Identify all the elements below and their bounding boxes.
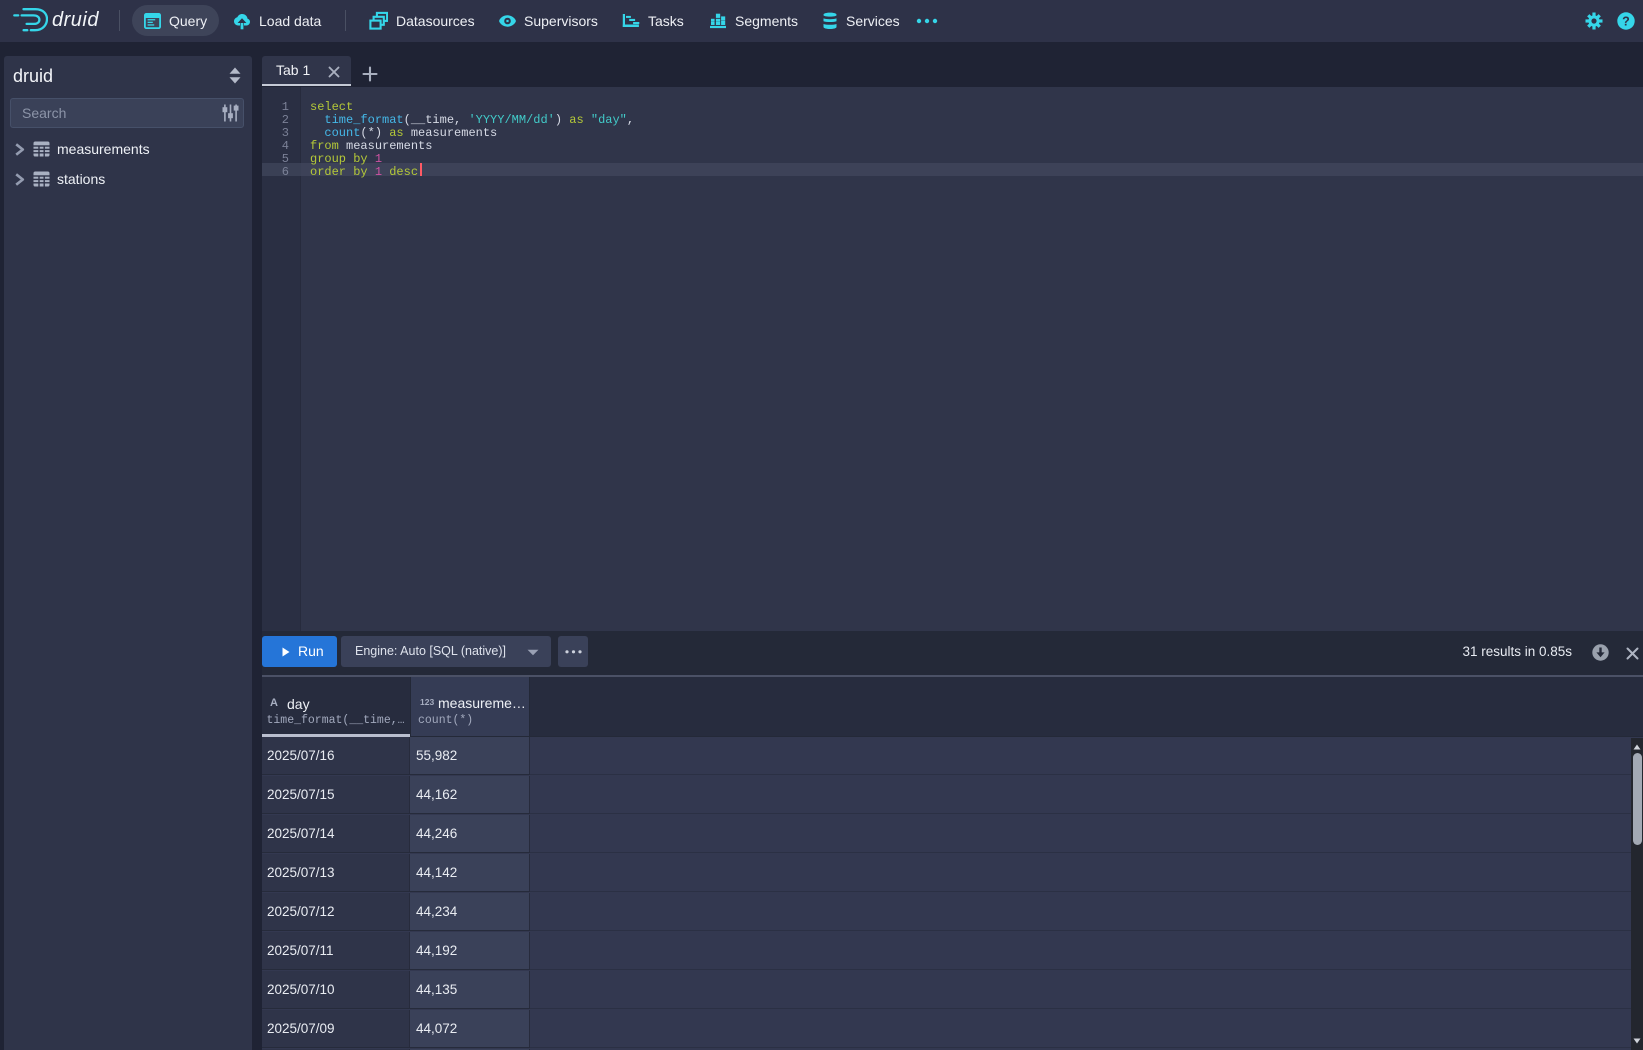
svg-text:?: ?	[1622, 14, 1630, 28]
